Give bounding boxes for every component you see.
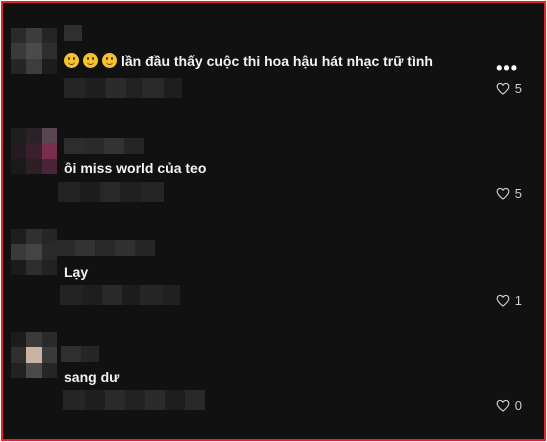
- username-blurred[interactable]: [61, 346, 99, 362]
- avatar[interactable]: [11, 332, 57, 378]
- more-dots-icon[interactable]: •••: [496, 58, 518, 79]
- comment-text: sang dư: [64, 369, 119, 385]
- comment-body: Lạy: [64, 264, 89, 280]
- comment-meta-blurred: [64, 78, 182, 98]
- comment-text: lần đầu thấy cuộc thi hoa hậu hát nhạc t…: [64, 53, 433, 69]
- comment-item: sang dư 0: [3, 318, 544, 418]
- comment-body: ôi miss world của teo: [64, 160, 207, 176]
- like-button[interactable]: 5: [496, 81, 522, 96]
- slightly-smiling-face-icon: [64, 53, 79, 68]
- comment-meta-blurred: [60, 285, 180, 305]
- comment-item: ôi miss world của teo 5: [3, 108, 544, 208]
- comment-item: lần đầu thấy cuộc thi hoa hậu hát nhạc t…: [3, 3, 544, 103]
- avatar[interactable]: [11, 128, 57, 174]
- comment-item: Lạy 1: [3, 213, 544, 313]
- username-blurred[interactable]: [55, 240, 155, 256]
- like-count: 0: [514, 398, 522, 413]
- comment-body: lần đầu thấy cuộc thi hoa hậu hát nhạc t…: [121, 53, 433, 69]
- comment-text: Lạy: [64, 264, 88, 280]
- comment-meta-blurred: [63, 390, 205, 410]
- username-blurred[interactable]: [64, 25, 82, 41]
- avatar[interactable]: [11, 28, 57, 74]
- heart-outline-icon: [496, 187, 510, 200]
- comment-list: lần đầu thấy cuộc thi hoa hậu hát nhạc t…: [1, 1, 546, 441]
- username-blurred[interactable]: [64, 138, 144, 154]
- like-count: 1: [514, 293, 522, 308]
- heart-outline-icon: [496, 294, 510, 307]
- slightly-smiling-face-icon: [83, 53, 98, 68]
- avatar[interactable]: [11, 229, 57, 275]
- like-count: 5: [514, 81, 522, 96]
- heart-outline-icon: [496, 399, 510, 412]
- comment-body: sang dư: [64, 369, 120, 385]
- like-button[interactable]: 1: [496, 293, 522, 308]
- like-button[interactable]: 0: [496, 398, 522, 413]
- slightly-smiling-face-icon: [102, 53, 117, 68]
- like-count: 5: [514, 186, 522, 201]
- comment-meta-blurred: [58, 182, 164, 202]
- heart-outline-icon: [496, 82, 510, 95]
- comment-text: ôi miss world của teo: [64, 160, 206, 176]
- like-button[interactable]: 5: [496, 186, 522, 201]
